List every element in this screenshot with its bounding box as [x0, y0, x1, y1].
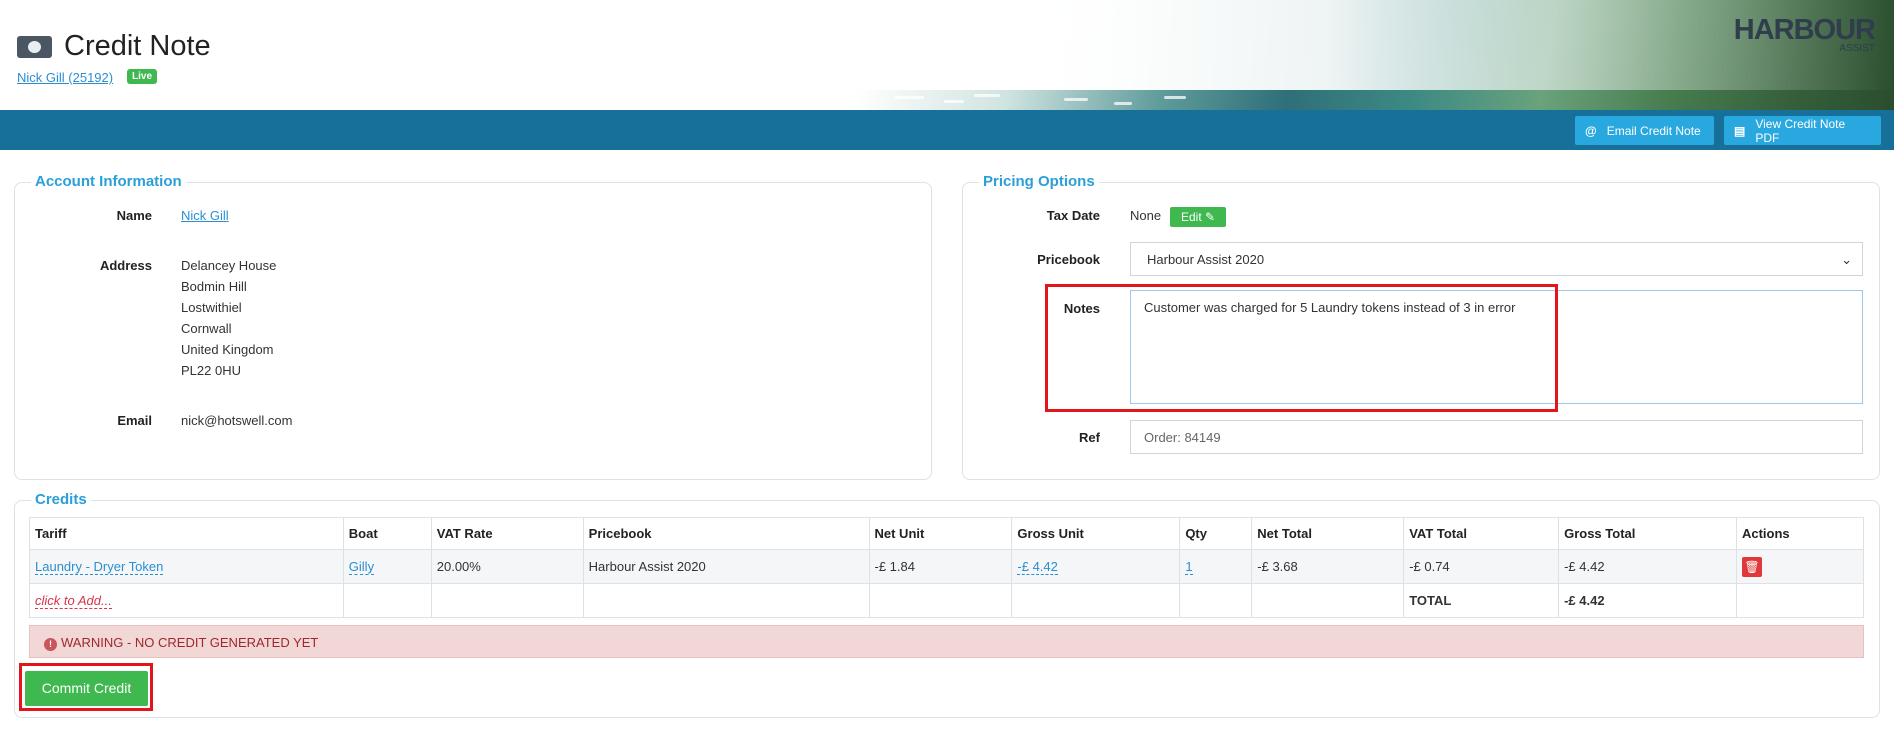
chevron-down-icon: ⌄ — [1841, 252, 1852, 267]
account-name-link[interactable]: Nick Gill — [181, 208, 229, 223]
table-header-row: Tariff Boat VAT Rate Pricebook Net Unit … — [29, 517, 1865, 550]
gross-unit-link[interactable]: -£ 4.42 — [1017, 559, 1058, 575]
pricing-options-legend: Pricing Options — [979, 173, 1099, 190]
column-header: Gross Unit — [1011, 517, 1181, 550]
email-label: Email — [117, 413, 152, 428]
harbour-assist-logo: HARBOUR ASSIST — [1733, 14, 1876, 54]
qty-link[interactable]: 1 — [1185, 559, 1193, 575]
notes-highlight-box — [1045, 284, 1558, 412]
total-label: TOTAL — [1403, 583, 1560, 618]
pricebook-select[interactable]: Harbour Assist 2020 ⌄ — [1130, 242, 1863, 276]
total-value: -£ 4.42 — [1558, 583, 1737, 618]
credit-note-icon — [17, 36, 52, 58]
table-row: Laundry - Dryer Token Gilly 20.00% Harbo… — [29, 549, 1865, 584]
email-value: nick@hotswell.com — [181, 413, 293, 428]
edit-pencil-icon: ✎ — [1205, 210, 1216, 224]
page-title: Credit Note — [64, 30, 211, 62]
page-header: Credit Note Nick Gill (25192) Live HARBO… — [0, 0, 1894, 110]
column-header: Net Unit — [868, 517, 1013, 550]
vat-total-cell: -£ 0.74 — [1403, 549, 1560, 584]
column-header: Net Total — [1251, 517, 1405, 550]
tariff-link[interactable]: Laundry - Dryer Token — [35, 559, 164, 575]
address-block: Delancey House Bodmin Hill Lostwithiel C… — [181, 258, 277, 378]
add-credit-line-link[interactable]: click to Add... — [35, 593, 112, 609]
account-information-legend: Account Information — [31, 173, 186, 190]
column-header: Tariff — [29, 517, 344, 550]
email-credit-note-button[interactable]: @ Email Credit Note — [1575, 116, 1714, 145]
column-header: Pricebook — [582, 517, 870, 550]
credits-legend: Credits — [31, 491, 91, 508]
edit-tax-date-button[interactable]: Edit ✎ — [1170, 207, 1227, 227]
pricebook-label: Pricebook — [1037, 252, 1100, 267]
ref-label: Ref — [1079, 430, 1100, 445]
action-toolbar: @ Email Credit Note ▤ View Credit Note P… — [0, 110, 1894, 150]
warning-icon: ! — [44, 638, 57, 651]
account-information-panel: Account Information — [14, 173, 932, 480]
warning-alert: ! WARNING - NO CREDIT GENERATED YET — [29, 625, 1864, 658]
at-icon: @ — [1585, 123, 1597, 138]
credits-table: Tariff Boat VAT Rate Pricebook Net Unit … — [29, 517, 1865, 618]
pdf-icon: ▤ — [1734, 123, 1746, 138]
pricebook-cell: Harbour Assist 2020 — [582, 549, 870, 584]
column-header: Actions — [1735, 517, 1865, 550]
ref-input[interactable]: Order: 84149 — [1130, 420, 1863, 454]
trash-icon: 🗑 — [1744, 559, 1760, 574]
vat-rate-cell: 20.00% — [430, 549, 584, 584]
column-header: VAT Rate — [430, 517, 584, 550]
tax-date-value: None — [1130, 208, 1162, 223]
column-header: VAT Total — [1403, 517, 1560, 550]
customer-link[interactable]: Nick Gill (25192) — [17, 70, 113, 85]
name-label: Name — [116, 208, 152, 223]
table-total-row: click to Add... TOTAL -£ 4.42 — [29, 583, 1865, 618]
gross-total-cell: -£ 4.42 — [1558, 549, 1737, 584]
view-credit-note-pdf-button[interactable]: ▤ View Credit Note PDF — [1724, 116, 1881, 145]
address-label: Address — [99, 258, 152, 273]
boat-link[interactable]: Gilly — [348, 559, 375, 575]
column-header: Boat — [342, 517, 432, 550]
status-badge: Live — [127, 69, 158, 84]
commit-highlight-box — [19, 663, 153, 711]
column-header: Qty — [1179, 517, 1253, 550]
tax-date-label: Tax Date — [1046, 208, 1100, 223]
net-unit-cell: -£ 1.84 — [868, 549, 1013, 584]
delete-row-button[interactable]: 🗑 — [1741, 556, 1762, 577]
net-total-cell: -£ 3.68 — [1251, 549, 1405, 584]
column-header: Gross Total — [1558, 517, 1737, 550]
